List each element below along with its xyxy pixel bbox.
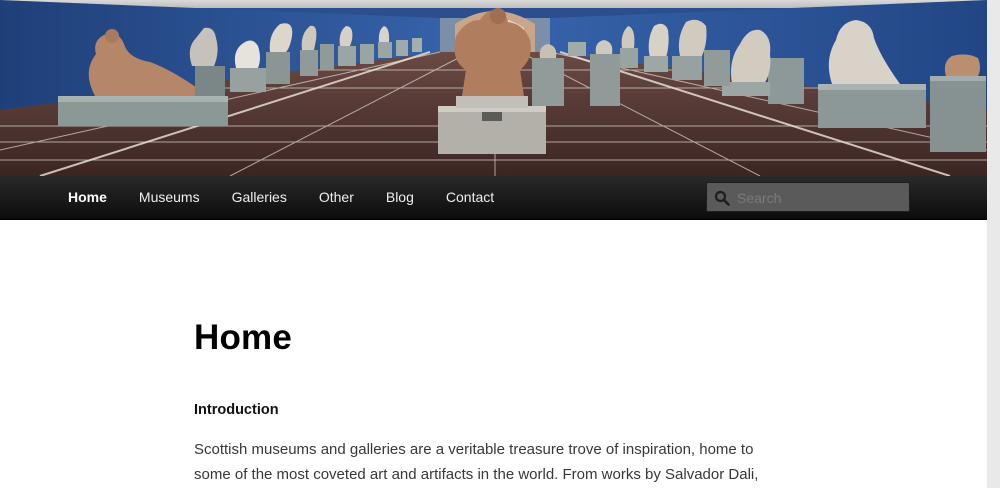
page-title: Home	[194, 318, 293, 357]
nav-menu: Home Museums Galleries Other Blog Contac…	[52, 176, 510, 219]
search-input[interactable]	[735, 184, 909, 212]
nav-item-museums[interactable]: Museums	[123, 176, 216, 219]
nav-item-home[interactable]: Home	[52, 176, 123, 219]
nav-item-contact[interactable]: Contact	[430, 176, 510, 219]
nav-item-blog[interactable]: Blog	[370, 176, 430, 219]
page-scrollbar-gutter	[987, 0, 1000, 488]
search-box[interactable]	[706, 182, 910, 212]
museum-hall-illustration	[0, 0, 987, 176]
section-heading-introduction: Introduction	[194, 402, 279, 418]
search-icon	[714, 190, 730, 206]
intro-paragraph: Scottish museums and galleries are a ver…	[194, 441, 759, 483]
nav-item-galleries[interactable]: Galleries	[216, 176, 303, 219]
header-banner-image	[0, 0, 987, 176]
nav-item-other[interactable]: Other	[303, 176, 370, 219]
